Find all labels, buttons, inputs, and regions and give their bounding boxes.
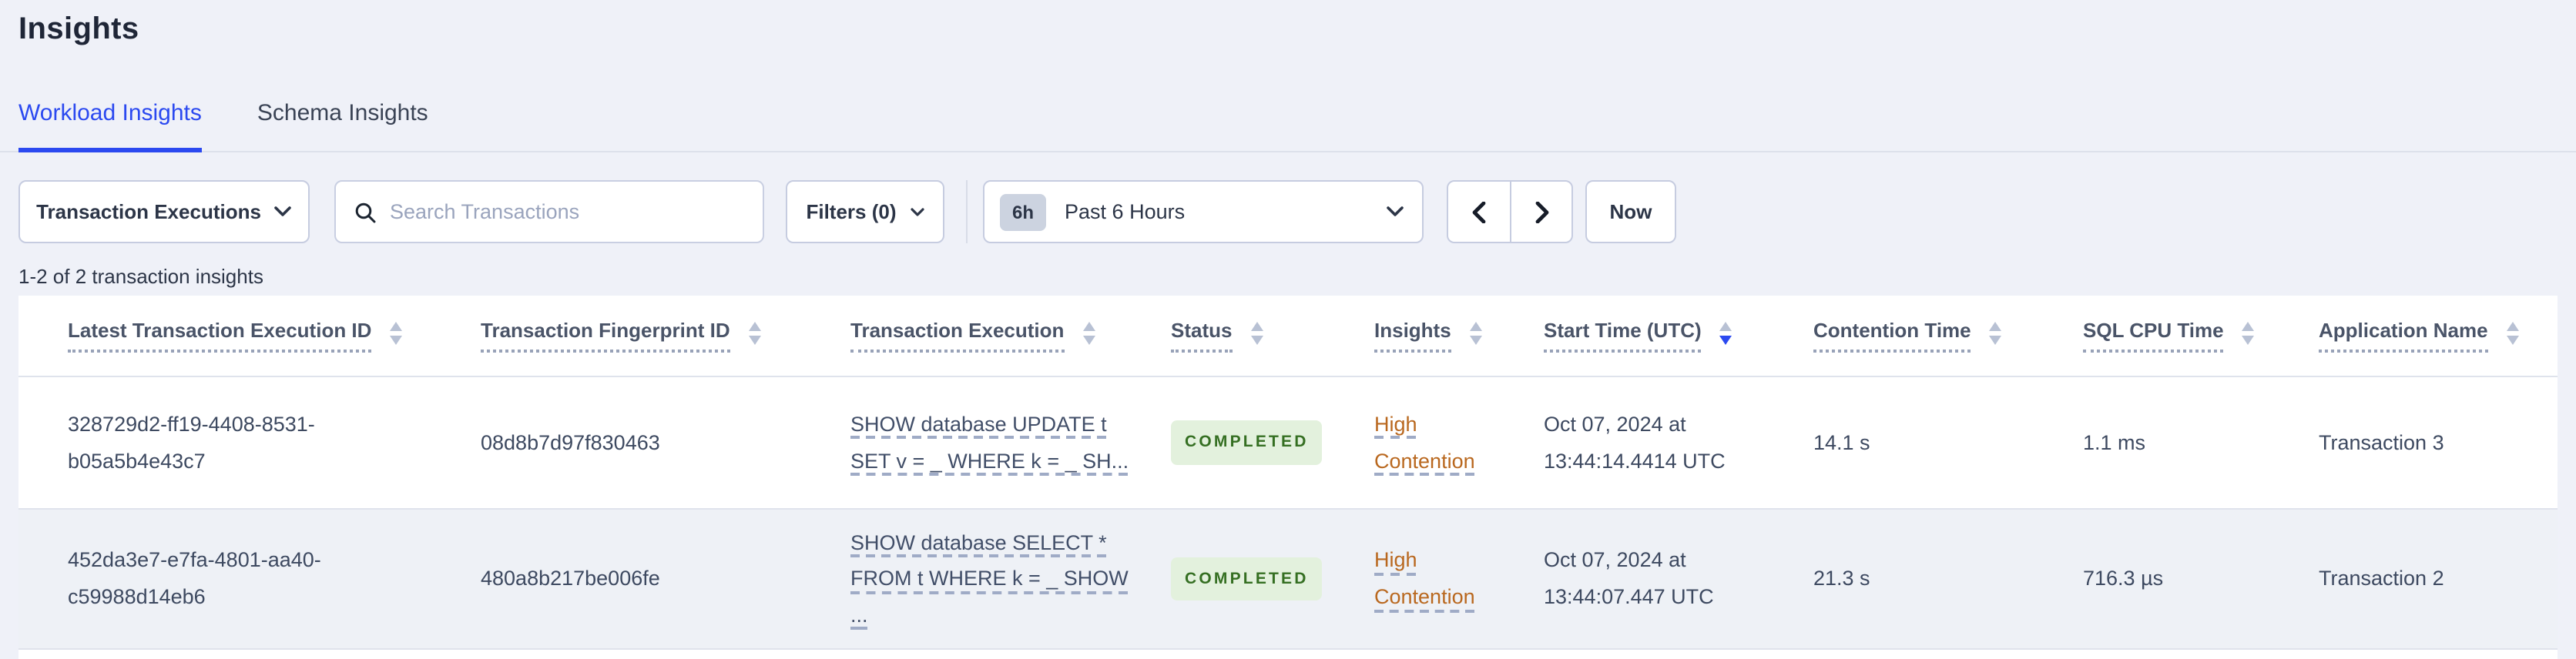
- transaction-execution-link[interactable]: SHOW database SELECT * FROM t WHERE k = …: [850, 530, 1129, 627]
- toolbar-divider: [966, 180, 968, 243]
- execution-type-label: Transaction Executions: [36, 200, 261, 223]
- column-header-application-name[interactable]: Application Name: [2319, 318, 2558, 353]
- filters-dropdown[interactable]: Filters (0): [786, 180, 944, 243]
- sort-icon[interactable]: [2506, 321, 2519, 344]
- cell-sql-cpu-time: 1.1 ms: [2083, 430, 2146, 454]
- search-input[interactable]: [390, 200, 744, 223]
- insight-high-contention-link[interactable]: High Contention: [1374, 413, 1475, 472]
- insights-page: Insights Workload Insights Schema Insigh…: [0, 0, 2576, 659]
- insights-table: Latest Transaction Execution ID Transact…: [18, 296, 2558, 659]
- column-header-status[interactable]: Status: [1171, 318, 1374, 353]
- chevron-down-icon: [910, 207, 924, 216]
- column-header-start-time[interactable]: Start Time (UTC): [1544, 318, 1813, 353]
- time-range-pager: [1447, 180, 1573, 243]
- table-row: 452da3e7-e7fa-4801-aa40- c59988d14eb6 48…: [18, 508, 2558, 650]
- column-header-sql-cpu-time[interactable]: SQL CPU Time: [2083, 318, 2319, 353]
- execution-type-dropdown[interactable]: Transaction Executions: [18, 180, 310, 243]
- column-header-transaction-fingerprint-id[interactable]: Transaction Fingerprint ID: [481, 318, 850, 353]
- sort-icon-descending-active[interactable]: [1719, 321, 1732, 344]
- sort-icon[interactable]: [390, 321, 403, 344]
- table-header-row: Latest Transaction Execution ID Transact…: [18, 296, 2558, 377]
- filters-label: Filters (0): [806, 200, 897, 223]
- cell-execution-id: 452da3e7-e7fa-4801-aa40- c59988d14eb6: [68, 548, 321, 608]
- cell-contention-time: 21.3 s: [1813, 567, 1870, 590]
- chevron-down-icon: [275, 206, 292, 217]
- insight-high-contention-link[interactable]: High Contention: [1374, 549, 1475, 608]
- tab-workload-insights[interactable]: Workload Insights: [18, 100, 202, 152]
- cell-execution-id: 328729d2-ff19-4408-8531- b05a5b4e43c7: [68, 412, 315, 472]
- cell-application-name: Transaction 2: [2319, 567, 2444, 590]
- cell-start-time: Oct 07, 2024 at 13:44:14.4414 UTC: [1544, 412, 1726, 472]
- time-range-badge: 6h: [1000, 193, 1047, 230]
- cell-start-time: Oct 07, 2024 at 13:44:07.447 UTC: [1544, 548, 1714, 608]
- status-badge: COMPLETED: [1171, 420, 1323, 465]
- cell-fingerprint-id: 08d8b7d97f830463: [481, 430, 660, 454]
- cell-contention-time: 14.1 s: [1813, 430, 1870, 454]
- next-range-button[interactable]: [1510, 182, 1571, 242]
- cell-sql-cpu-time: 716.3 µs: [2083, 567, 2164, 590]
- time-range-picker[interactable]: 6h Past 6 Hours: [983, 180, 1424, 243]
- search-box[interactable]: [334, 180, 764, 243]
- search-icon: [354, 201, 376, 222]
- sort-icon[interactable]: [1250, 321, 1263, 344]
- table-row: 328729d2-ff19-4408-8531- b05a5b4e43c7 08…: [18, 377, 2558, 508]
- column-header-latest-transaction-execution-id[interactable]: Latest Transaction Execution ID: [68, 318, 481, 353]
- column-header-transaction-execution[interactable]: Transaction Execution: [850, 318, 1171, 353]
- page-title: Insights: [18, 12, 139, 46]
- sort-icon[interactable]: [1989, 321, 2002, 344]
- now-button[interactable]: Now: [1585, 180, 1676, 243]
- chevron-down-icon: [1387, 206, 1404, 217]
- results-summary: 1-2 of 2 transaction insights: [18, 265, 263, 288]
- transaction-execution-link[interactable]: SHOW database UPDATE t SET v = _ WHERE k…: [850, 413, 1129, 472]
- column-header-contention-time[interactable]: Contention Time: [1813, 318, 2083, 353]
- column-header-insights[interactable]: Insights: [1374, 318, 1544, 353]
- sort-icon[interactable]: [748, 321, 761, 344]
- toolbar: Transaction Executions Filters (0) 6h Pa…: [18, 180, 2558, 243]
- tab-bar: Workload Insights Schema Insights: [0, 100, 2576, 152]
- sort-icon[interactable]: [1082, 321, 1095, 344]
- cell-application-name: Transaction 3: [2319, 430, 2444, 454]
- tab-schema-insights[interactable]: Schema Insights: [257, 100, 428, 151]
- cell-fingerprint-id: 480a8b217be006fe: [481, 567, 660, 590]
- sort-icon[interactable]: [1469, 321, 1482, 344]
- status-badge: COMPLETED: [1171, 557, 1323, 601]
- time-range-label: Past 6 Hours: [1065, 200, 1186, 223]
- sort-icon[interactable]: [2242, 321, 2255, 344]
- previous-range-button[interactable]: [1448, 182, 1510, 242]
